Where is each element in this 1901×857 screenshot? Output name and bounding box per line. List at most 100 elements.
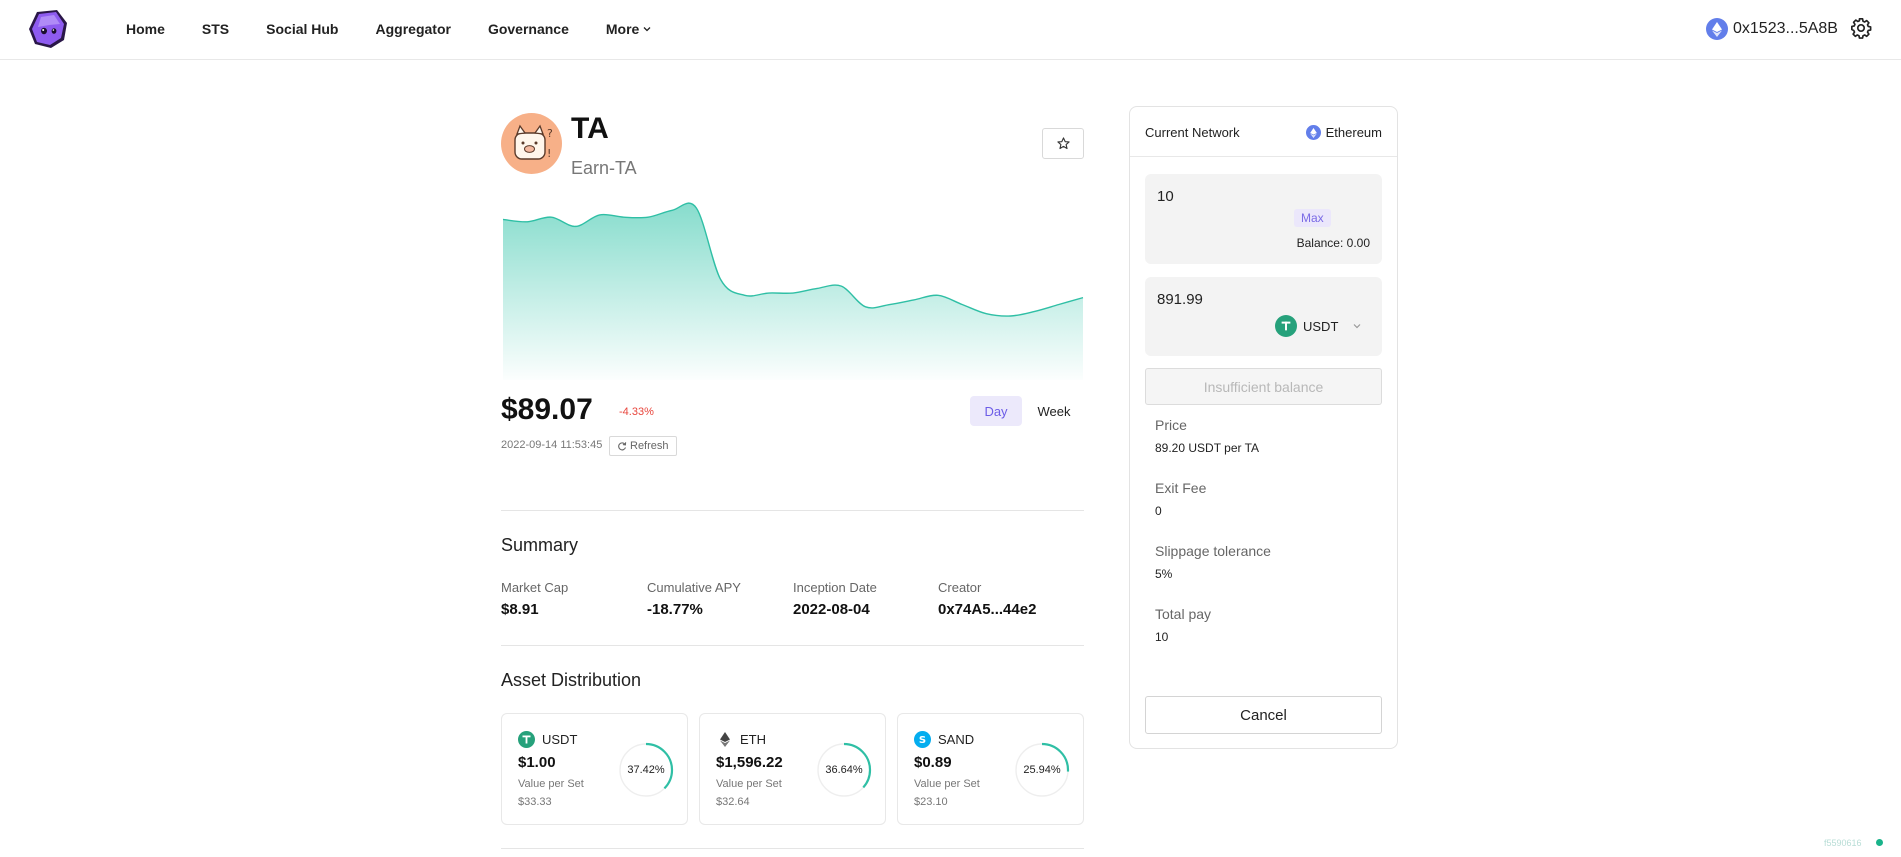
version-text: f5590616 <box>1824 838 1862 848</box>
pig-mascot-icon: ? ! <box>514 124 553 160</box>
amount-input[interactable] <box>1157 188 1297 205</box>
range-week-button[interactable]: Week <box>1028 396 1080 426</box>
asset-symbol: ETH <box>740 732 766 747</box>
amount-input-box: Max Balance: 0.00 <box>1145 174 1382 264</box>
token-name: Earn-TA <box>571 158 637 178</box>
asset-card-usdt[interactable]: USDT $1.00 Value per Set $33.33 37.42% <box>501 713 688 825</box>
stat-label: Creator <box>938 580 982 595</box>
range-day-button[interactable]: Day <box>970 396 1022 426</box>
price-chart-area <box>503 203 1083 380</box>
chevron-down-icon <box>643 27 651 32</box>
stat-label: Market Cap <box>501 580 569 595</box>
allocation-percent: 37.42% <box>627 764 665 776</box>
nav-sts-label: STS <box>201 21 230 37</box>
asset-value: $32.64 <box>716 796 750 808</box>
asset-card-eth[interactable]: ETH $1,596.22 Value per Set $32.64 36.64… <box>699 713 886 825</box>
asset-symbol: USDT <box>542 732 578 747</box>
nav-home[interactable]: Home <box>126 21 165 37</box>
cancel-button[interactable]: Cancel <box>1145 696 1382 734</box>
pay-token-selector[interactable]: USDT <box>1275 315 1362 337</box>
stat-value: $8.91 <box>501 601 539 618</box>
nav-home-label: Home <box>126 21 165 37</box>
network-name: Ethereum <box>1325 125 1382 140</box>
info-label: Price <box>1155 417 1187 433</box>
info-value: 10 <box>1155 630 1169 644</box>
nav-aggregator-label: Aggregator <box>375 21 451 37</box>
status-indicator <box>1876 839 1883 846</box>
stat-cumulative-apy: Cumulative APY -18.77% <box>647 580 741 618</box>
price-timestamp: 2022-09-14 11:53:45 <box>501 439 603 451</box>
current-price: $89.07 <box>501 393 593 426</box>
refresh-button[interactable]: Refresh <box>609 436 677 456</box>
wallet-address-button[interactable]: 0x1523...5A8B <box>1706 17 1838 41</box>
stat-label: Inception Date <box>793 580 877 595</box>
app-logo-icon[interactable] <box>27 9 69 49</box>
tether-icon <box>518 731 535 748</box>
slippage-info: Slippage tolerance 5% <box>1155 543 1271 581</box>
ethereum-icon <box>716 731 733 748</box>
asset-price: $1,596.22 <box>716 754 783 771</box>
nav-governance[interactable]: Governance <box>488 21 569 37</box>
summary-title: Summary <box>501 535 579 555</box>
stat-value: 2022-08-04 <box>793 601 870 618</box>
asset-symbol: SAND <box>938 732 975 747</box>
pay-input-box: USDT <box>1145 277 1382 356</box>
asset-card-sand[interactable]: S SAND $0.89 Value per Set $23.10 25.94% <box>897 713 1084 825</box>
svg-text:S: S <box>919 735 926 745</box>
asset-value-label: Value per Set <box>914 778 980 790</box>
divider <box>501 848 1084 849</box>
network-label: Current Network <box>1145 125 1240 140</box>
nav-more-label: More <box>605 21 640 37</box>
stat-value[interactable]: 0x74A5...44e2 <box>938 601 1036 618</box>
nav-aggregator[interactable]: Aggregator <box>376 21 451 37</box>
nav-governance-label: Governance <box>487 21 569 37</box>
max-button[interactable]: Max <box>1294 209 1331 227</box>
token-symbol: TA <box>571 112 609 145</box>
asset-price: $0.89 <box>914 754 952 771</box>
pay-token-label: USDT <box>1303 318 1339 334</box>
nav-more-dropdown[interactable]: More <box>606 21 652 37</box>
exit-fee-info: Exit Fee 0 <box>1155 480 1206 518</box>
pay-amount-input[interactable] <box>1157 291 1297 308</box>
top-nav-bar: Home STS Social Hub Aggregator Governanc… <box>0 0 1901 60</box>
stat-inception-date: Inception Date 2022-08-04 <box>793 580 877 618</box>
sand-icon: S <box>914 731 931 748</box>
asset-value-label: Value per Set <box>716 778 782 790</box>
wallet-address-text: 0x1523...5A8B <box>1733 20 1838 37</box>
asset-price: $1.00 <box>518 754 556 771</box>
favorite-button[interactable] <box>1042 128 1084 159</box>
tether-icon <box>1275 315 1297 337</box>
asset-value-label: Value per Set <box>518 778 584 790</box>
divider <box>501 645 1084 646</box>
ethereum-icon <box>1706 18 1728 40</box>
stat-label: Cumulative APY <box>647 580 741 595</box>
svg-text:?: ? <box>547 127 553 140</box>
price-chart[interactable] <box>501 200 1085 380</box>
nav-social-hub[interactable]: Social Hub <box>266 21 338 37</box>
main-nav: Home STS Social Hub Aggregator Governanc… <box>126 0 689 58</box>
info-label: Total pay <box>1155 606 1212 622</box>
asset-value: $23.10 <box>914 796 948 808</box>
chevron-down-icon <box>1353 324 1361 329</box>
network-selector[interactable]: Ethereum <box>1305 125 1382 140</box>
stat-value: -18.77% <box>647 601 703 618</box>
asset-distribution-title: Asset Distribution <box>501 670 642 690</box>
submit-button[interactable]: Insufficient balance <box>1145 368 1382 405</box>
allocation-percent: 25.94% <box>1023 764 1061 776</box>
star-icon <box>1056 137 1070 150</box>
info-label: Exit Fee <box>1155 480 1207 496</box>
nav-sts[interactable]: STS <box>202 21 229 37</box>
nav-social-hub-label: Social Hub <box>266 21 339 37</box>
asset-value: $33.33 <box>518 796 552 808</box>
refresh-label: Refresh <box>630 440 669 452</box>
svg-text:!: ! <box>547 147 551 160</box>
refresh-icon <box>618 442 627 451</box>
stat-creator: Creator 0x74A5...44e2 <box>938 580 1036 618</box>
balance-text: Balance: 0.00 <box>1296 236 1370 250</box>
gear-icon[interactable] <box>1850 17 1872 39</box>
info-value: 5% <box>1155 567 1173 581</box>
token-avatar: ? ! <box>501 113 562 174</box>
price-info: Price 89.20 USDT per TA <box>1155 417 1259 455</box>
info-value: 0 <box>1155 504 1162 518</box>
info-label: Slippage tolerance <box>1155 543 1271 559</box>
